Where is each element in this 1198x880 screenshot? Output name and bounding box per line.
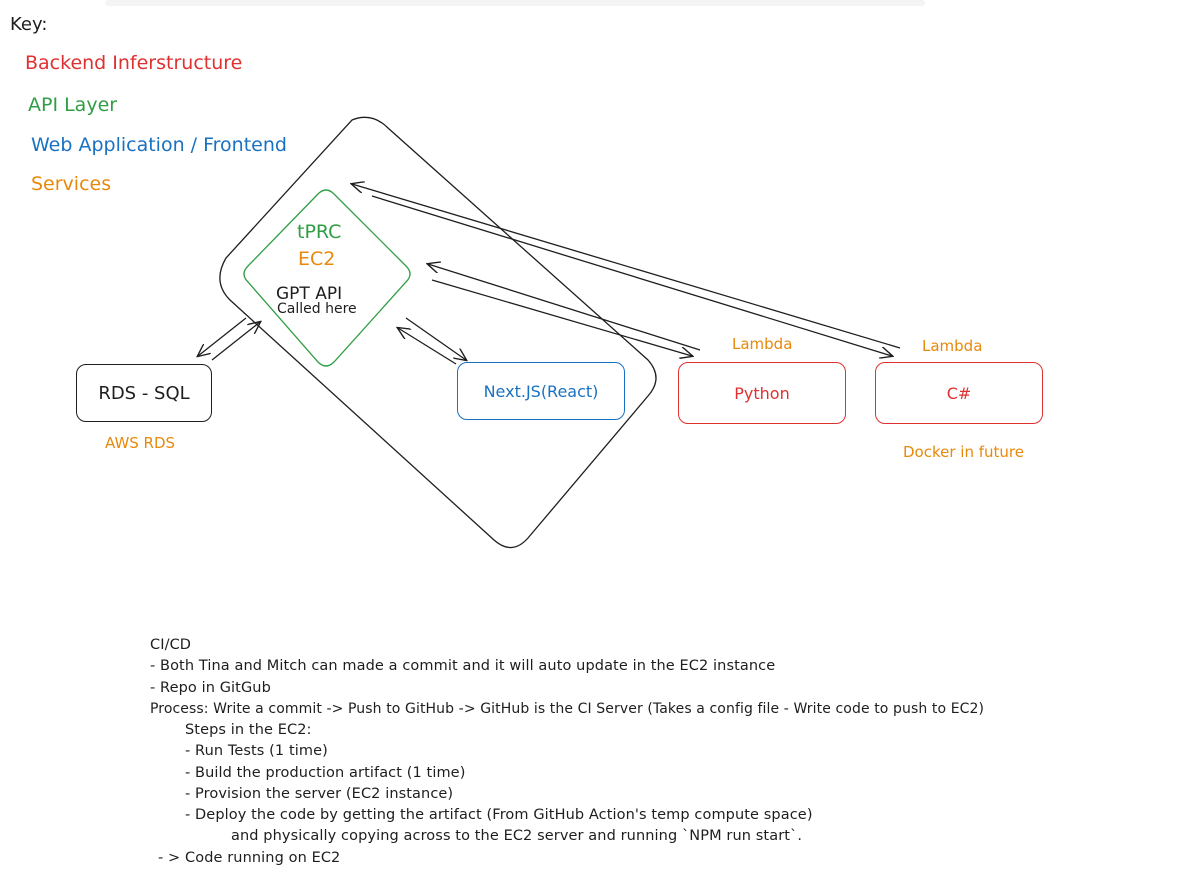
cicd-line-steps: Steps in the EC2: <box>185 722 312 738</box>
python-node[interactable]: Python <box>678 362 846 424</box>
arrow-trpc-to-rds <box>198 317 247 356</box>
cicd-step-deploy: - Deploy the code by getting the artifac… <box>185 807 813 823</box>
cicd-line-process: Process: Write a commit -> Push to GitHu… <box>150 701 985 717</box>
cicd-step-deploy-cont: and physically copying across to the EC2… <box>231 828 803 844</box>
trpc-label: tPRC <box>297 221 342 243</box>
cicd-title: CI/CD <box>150 637 192 653</box>
arrow-rds-to-trpc <box>211 322 260 361</box>
aws-rds-label: AWS RDS <box>105 434 176 452</box>
diagram-canvas <box>0 116 901 549</box>
trpc-diamond <box>243 189 411 367</box>
lambda-python-label: Lambda <box>732 335 793 353</box>
arrow-trpc-to-csharp <box>371 195 892 356</box>
docker-future-label: Docker in future <box>903 443 1024 461</box>
ec2-label: EC2 <box>298 248 336 270</box>
nextjs-label: Next.JS(React) <box>483 381 599 401</box>
nextjs-node[interactable]: Next.JS(React) <box>457 362 625 420</box>
csharp-node[interactable]: C# <box>875 362 1043 424</box>
rds-sql-label: RDS - SQL <box>98 382 190 404</box>
csharp-label: C# <box>946 383 972 403</box>
python-label: Python <box>734 383 790 403</box>
cicd-line-repo: - Repo in GitGub <box>150 680 271 696</box>
rds-sql-node[interactable]: RDS - SQL <box>76 364 212 422</box>
arrow-python-to-trpc <box>428 264 701 351</box>
lambda-csharp-label: Lambda <box>922 337 983 355</box>
cicd-step-tests: - Run Tests (1 time) <box>185 743 328 759</box>
cicd-line-result: - > Code running on EC2 <box>158 850 341 866</box>
called-here-label: Called here <box>277 301 357 317</box>
cicd-line-commit: - Both Tina and Mitch can made a commit … <box>150 658 776 674</box>
arrow-trpc-to-python <box>431 279 692 356</box>
cicd-step-provision: - Provision the server (EC2 instance) <box>185 786 454 802</box>
cicd-step-build: - Build the production artifact (1 time) <box>185 765 466 781</box>
ec2-boundary <box>219 116 657 549</box>
